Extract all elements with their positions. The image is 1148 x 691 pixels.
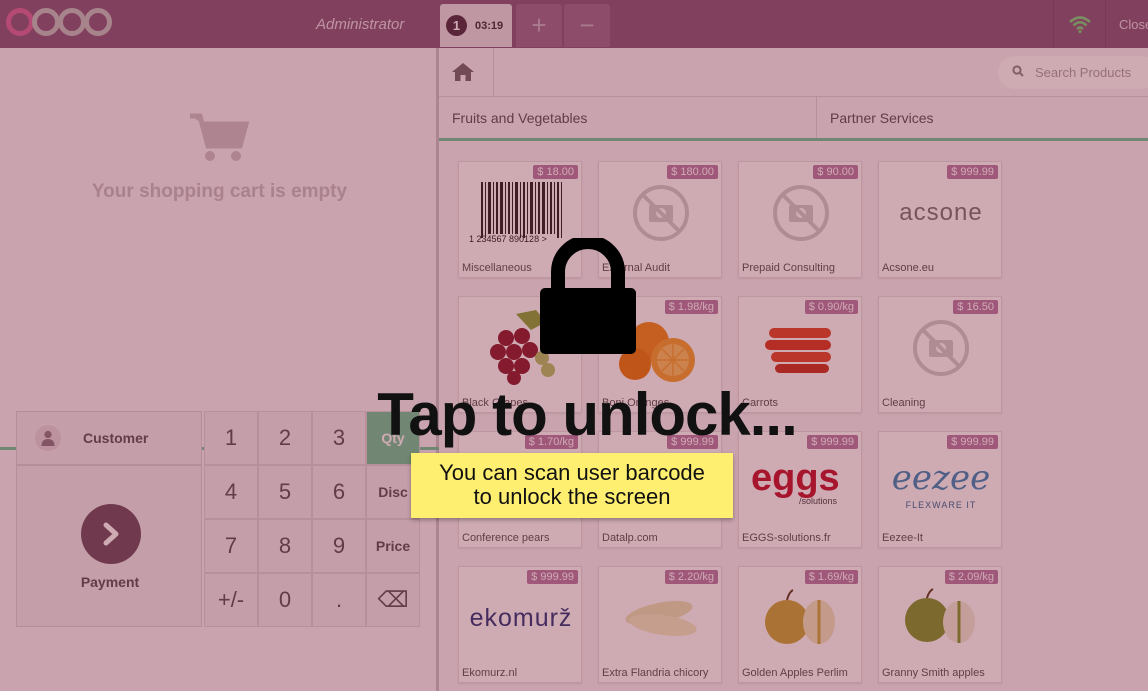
unlock-hint-line-1: You can scan user barcode [439,460,705,485]
unlock-title: Tap to unlock... [377,381,798,448]
unlock-hint-line-2: to unlock the screen [473,484,671,509]
lock-icon [538,235,638,361]
unlock-hint: You can scan user barcode to unlock the … [411,453,733,518]
lock-screen-overlay[interactable]: Tap to unlock... You can scan user barco… [0,0,1148,691]
